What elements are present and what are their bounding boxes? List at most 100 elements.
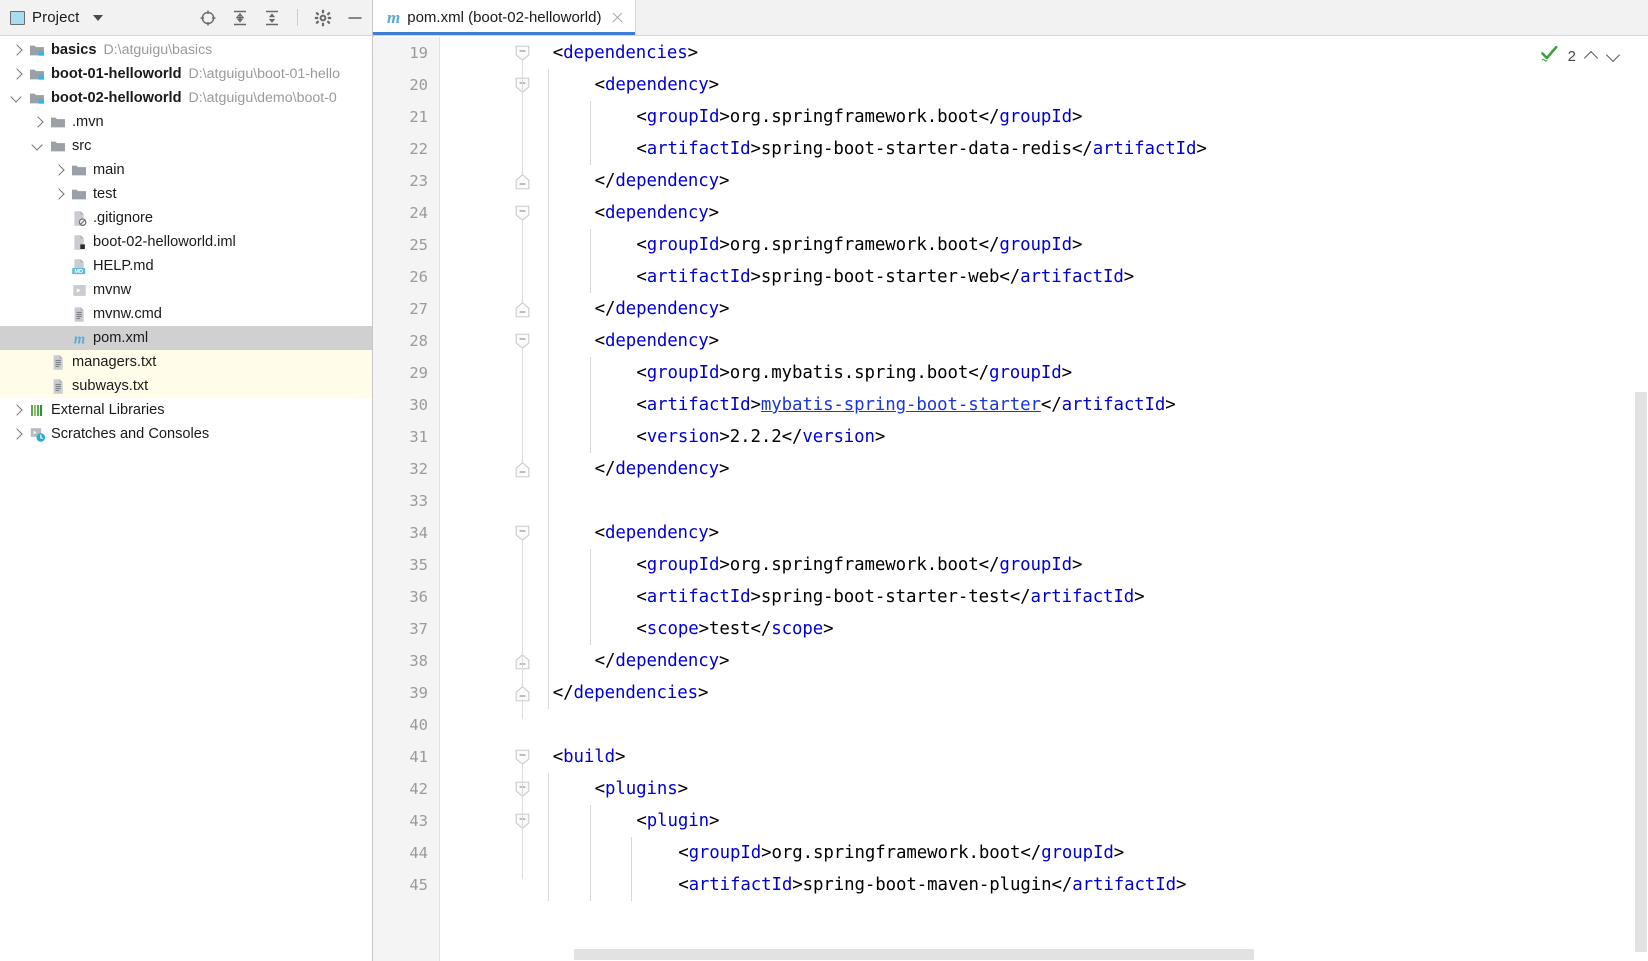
code-text[interactable]: <artifactId>spring-boot-starter-web</art… xyxy=(636,261,1134,293)
horizontal-scrollbar-thumb[interactable] xyxy=(574,949,1254,960)
tree-item-boot-02-helloworld-iml[interactable]: boot-02-helloworld.iml xyxy=(0,230,372,254)
tree-item-gitignore[interactable]: .gitignore xyxy=(0,206,372,230)
tree-item-mvnw-cmd[interactable]: mvnw.cmd xyxy=(0,302,372,326)
project-panel-title: Project xyxy=(32,9,80,26)
chevron-right-icon[interactable] xyxy=(10,428,23,441)
code-text[interactable]: <plugins> xyxy=(595,773,688,805)
line-number[interactable]: 40 xyxy=(373,709,428,741)
vertical-scrollbar[interactable] xyxy=(1633,74,1648,961)
tree-item-basics[interactable]: basics D:\atguigu\basics xyxy=(0,38,372,62)
chevron-right-icon[interactable] xyxy=(52,188,65,201)
tree-item-pom-xml[interactable]: m pom.xml xyxy=(0,326,372,350)
tree-item-managers-txt[interactable]: managers.txt xyxy=(0,350,372,374)
tree-item-test[interactable]: test xyxy=(0,182,372,206)
collapse-all-icon[interactable] xyxy=(263,9,281,27)
chevron-down-icon[interactable] xyxy=(1607,50,1620,63)
code-text[interactable]: <artifactId>spring-boot-starter-data-red… xyxy=(636,133,1206,165)
code-text[interactable]: <artifactId>mybatis-spring-boot-starter<… xyxy=(636,389,1175,421)
line-number[interactable]: 39 xyxy=(373,677,428,709)
line-number[interactable]: 36 xyxy=(373,581,428,613)
chevron-right-icon[interactable] xyxy=(10,68,23,81)
line-number[interactable]: 20 xyxy=(373,69,428,101)
tree-item-src[interactable]: src xyxy=(0,134,372,158)
code-text[interactable]: <plugin> xyxy=(636,805,719,837)
editor-tab-pom-xml[interactable]: m pom.xml (boot-02-helloworld) xyxy=(373,0,637,35)
line-number[interactable]: 23 xyxy=(373,165,428,197)
artifact-link[interactable]: mybatis-spring-boot-starter xyxy=(761,395,1041,415)
tree-item-boot-02-helloworld[interactable]: boot-02-helloworld D:\atguigu\demo\boot-0 xyxy=(0,86,372,110)
line-number[interactable]: 38 xyxy=(373,645,428,677)
chevron-right-icon[interactable] xyxy=(31,116,44,129)
line-number[interactable]: 37 xyxy=(373,613,428,645)
line-number[interactable]: 28 xyxy=(373,325,428,357)
tree-item-boot-01-helloworld[interactable]: boot-01-helloworld D:\atguigu\boot-01-hel… xyxy=(0,62,372,86)
tree-item-subways-txt[interactable]: subways.txt xyxy=(0,374,372,398)
code-text[interactable]: <dependencies> xyxy=(553,37,698,69)
line-number[interactable]: 21 xyxy=(373,101,428,133)
chevron-right-icon[interactable] xyxy=(52,164,65,177)
line-number[interactable]: 32 xyxy=(373,453,428,485)
tree-item-external-libraries[interactable]: External Libraries xyxy=(0,398,372,422)
xml-text: > xyxy=(1071,555,1083,575)
line-number[interactable]: 31 xyxy=(373,421,428,453)
code-text[interactable]: <scope>test</scope> xyxy=(636,613,833,645)
code-text[interactable]: </dependencies> xyxy=(553,677,709,709)
line-number[interactable]: 25 xyxy=(373,229,428,261)
line-number[interactable]: 34 xyxy=(373,517,428,549)
tree-item-mvn[interactable]: .mvn xyxy=(0,110,372,134)
xml-text: < xyxy=(678,875,689,895)
code-text[interactable]: <groupId>org.springframework.boot</group… xyxy=(636,549,1082,581)
chevron-down-icon[interactable] xyxy=(31,140,44,153)
tree-item-scratches-and-consoles[interactable]: Scratches and Consoles xyxy=(0,422,372,446)
code-text[interactable]: <groupId>org.springframework.boot</group… xyxy=(636,101,1082,133)
code-text[interactable]: </dependency> xyxy=(595,293,730,325)
code-text[interactable]: <version>2.2.2</version> xyxy=(636,421,885,453)
project-title-group[interactable]: Project xyxy=(10,9,104,26)
minimize-icon[interactable] xyxy=(346,9,364,27)
code-text[interactable]: <dependency> xyxy=(595,517,720,549)
line-number[interactable]: 29 xyxy=(373,357,428,389)
code-text[interactable]: </dependency> xyxy=(595,453,730,485)
chevron-right-icon[interactable] xyxy=(10,44,23,57)
line-number[interactable]: 44 xyxy=(373,837,428,869)
code-text[interactable]: <groupId>org.mybatis.spring.boot</groupI… xyxy=(636,357,1072,389)
line-number[interactable]: 33 xyxy=(373,485,428,517)
horizontal-scrollbar[interactable] xyxy=(474,948,1633,961)
line-number[interactable]: 30 xyxy=(373,389,428,421)
code-text[interactable]: </dependency> xyxy=(595,165,730,197)
line-number[interactable]: 27 xyxy=(373,293,428,325)
code-text[interactable]: <groupId>org.springframework.boot</group… xyxy=(678,837,1124,869)
vertical-scrollbar-thumb[interactable] xyxy=(1635,392,1647,952)
line-number[interactable]: 41 xyxy=(373,741,428,773)
code-text[interactable]: <groupId>org.springframework.boot</group… xyxy=(636,229,1082,261)
line-number[interactable]: 24 xyxy=(373,197,428,229)
code-text[interactable]: </dependency> xyxy=(595,645,730,677)
tree-item-main[interactable]: main xyxy=(0,158,372,182)
code-editor[interactable]: 19 <dependencies> 20 <dependency> 21 <groupId… xyxy=(373,37,1648,961)
line-number[interactable]: 35 xyxy=(373,549,428,581)
line-number[interactable]: 19 xyxy=(373,37,428,69)
line-number[interactable]: 42 xyxy=(373,773,428,805)
line-number[interactable]: 26 xyxy=(373,261,428,293)
code-text[interactable]: <dependency> xyxy=(595,325,720,357)
locate-target-icon[interactable] xyxy=(199,9,217,27)
line-number[interactable]: 45 xyxy=(373,869,428,901)
inspection-ok-icon[interactable] xyxy=(1540,44,1559,68)
chevron-down-icon[interactable] xyxy=(10,92,23,105)
expand-all-icon[interactable] xyxy=(231,9,249,27)
line-number[interactable]: 43 xyxy=(373,805,428,837)
code-text[interactable]: <build> xyxy=(553,741,626,773)
line-number[interactable]: 22 xyxy=(373,133,428,165)
code-text[interactable]: <artifactId>spring-boot-starter-test</ar… xyxy=(636,581,1144,613)
code-text[interactable]: <dependency> xyxy=(595,69,720,101)
chevron-up-icon[interactable] xyxy=(1585,50,1598,63)
close-icon[interactable] xyxy=(610,10,625,25)
chevron-down-icon[interactable] xyxy=(93,14,104,21)
gear-icon[interactable] xyxy=(314,9,332,27)
tree-item-mvnw[interactable]: mvnw xyxy=(0,278,372,302)
code-text[interactable]: <artifactId>spring-boot-maven-plugin</ar… xyxy=(678,869,1186,901)
xml-text: > xyxy=(823,619,834,639)
code-text[interactable]: <dependency> xyxy=(595,197,720,229)
chevron-right-icon[interactable] xyxy=(10,404,23,417)
tree-item-help-md[interactable]: MD HELP.md xyxy=(0,254,372,278)
